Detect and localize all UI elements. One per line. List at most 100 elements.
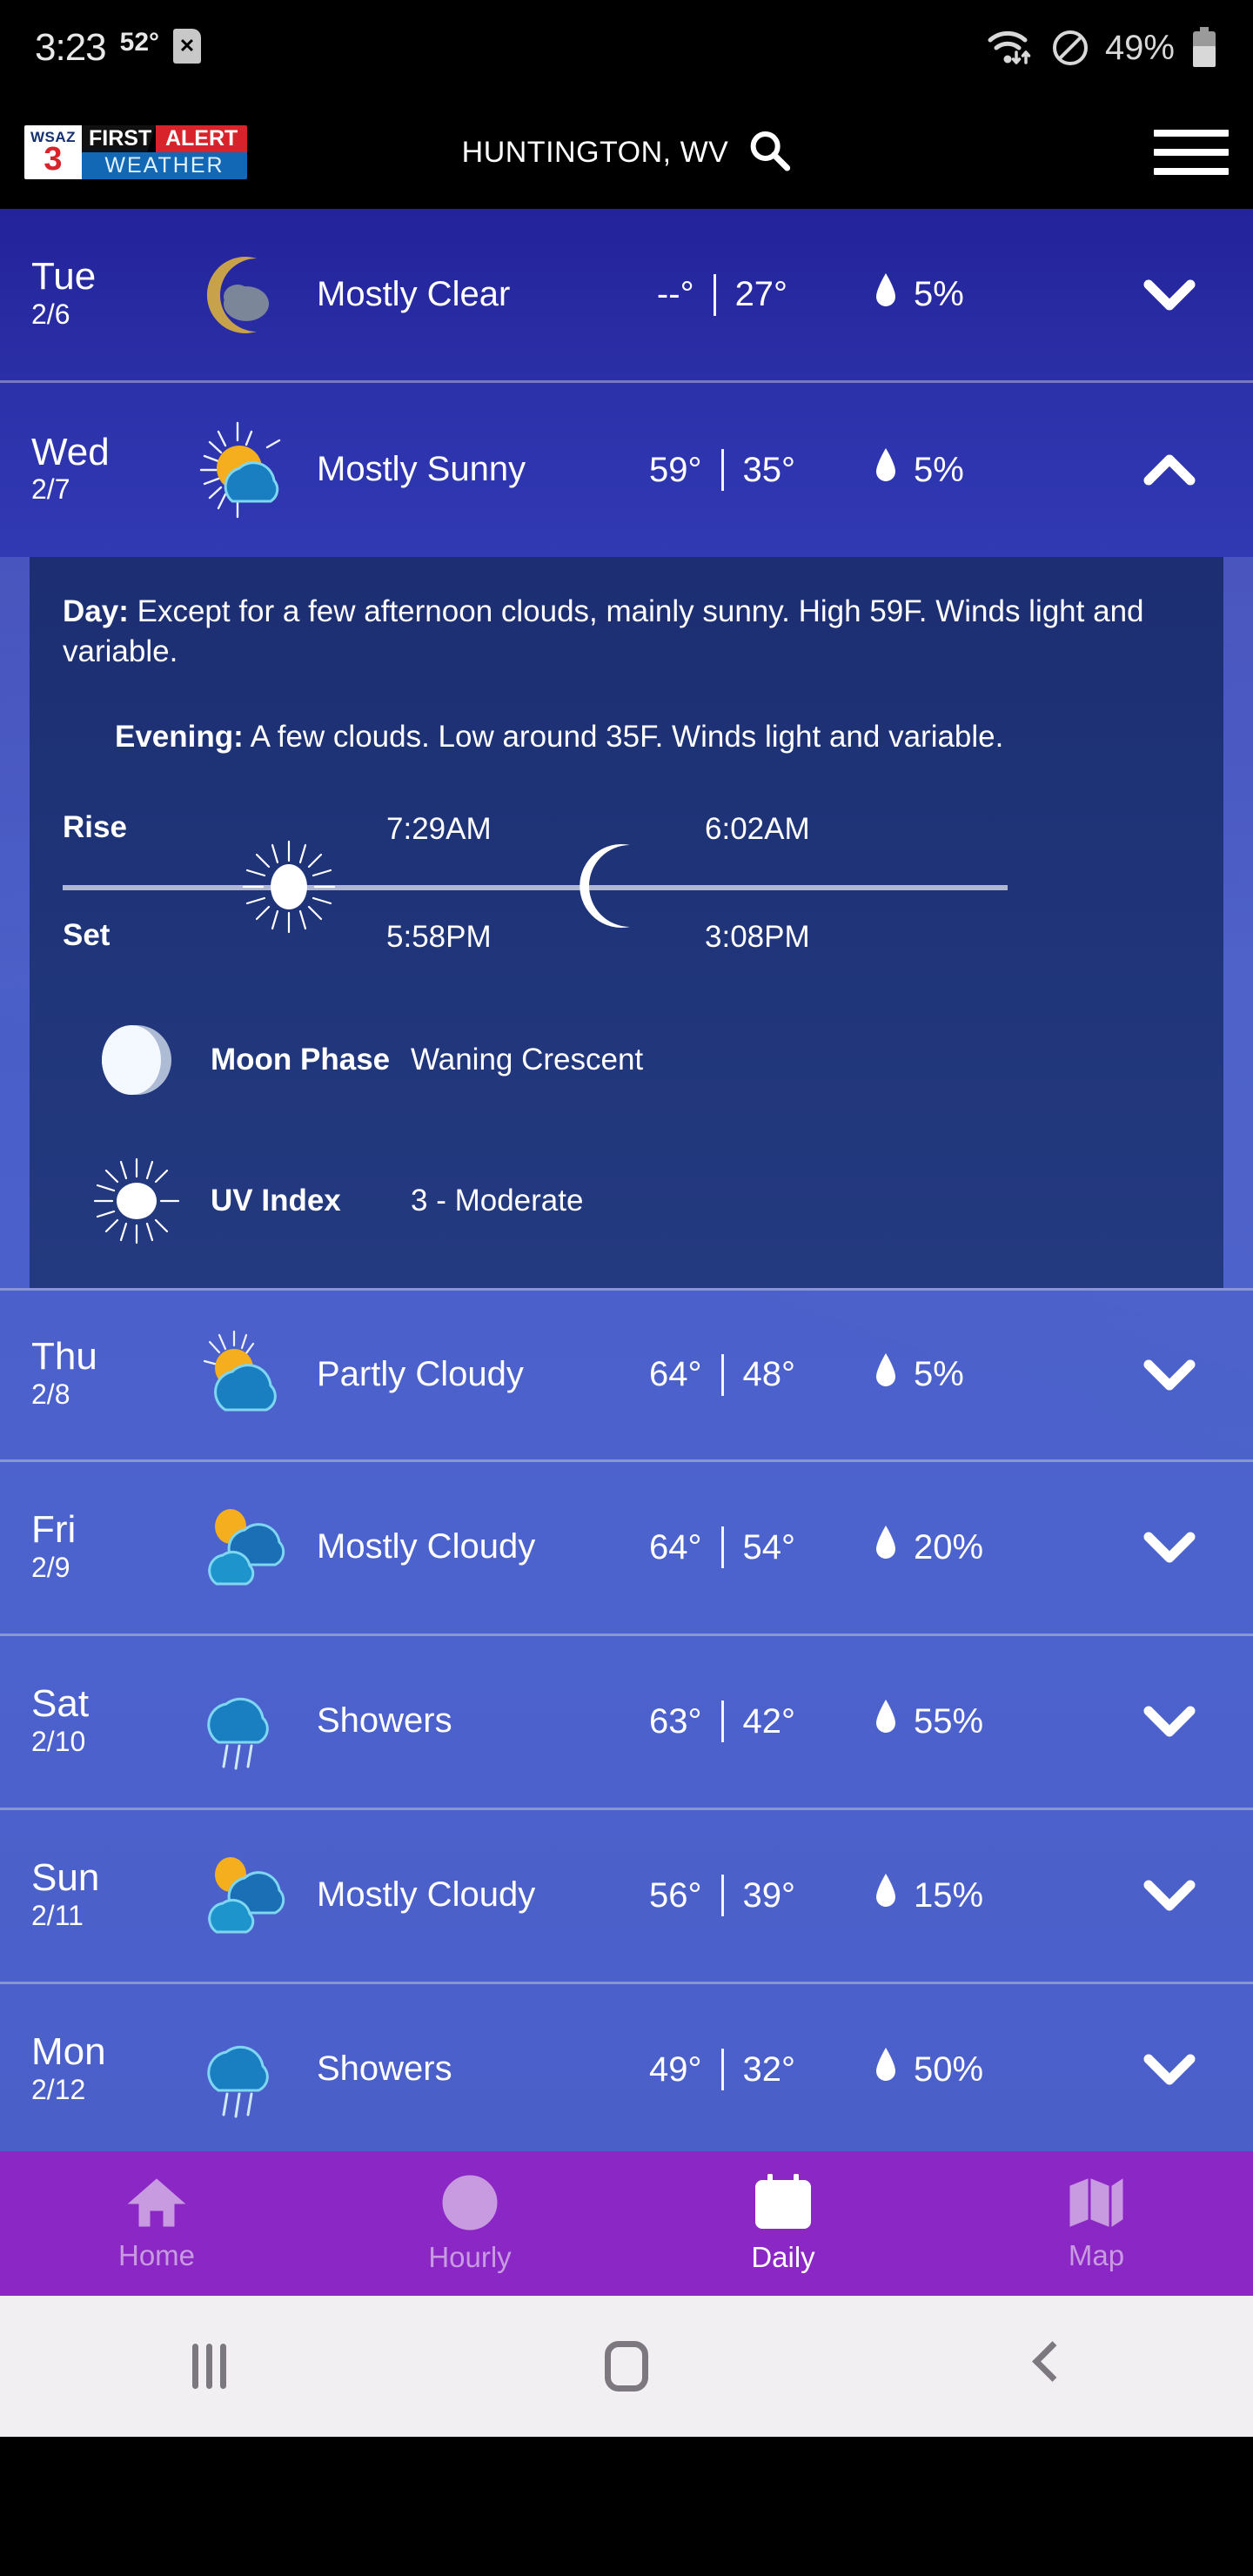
sun-two-clouds-icon [179, 1495, 310, 1600]
water-drop-icon [874, 446, 898, 493]
evening-forecast-body: A few clouds. Low around 35F. Winds ligh… [243, 720, 1004, 755]
forecast-day-cell: Mon 2/12 [31, 2029, 179, 2107]
logo-alert-text: ALERT [156, 125, 247, 152]
low-temp: 54° [742, 1527, 796, 1566]
hamburger-bar [1154, 168, 1229, 175]
high-temp: 49° [649, 2049, 702, 2089]
forecast-day-cell: Sat 2/10 [31, 1681, 179, 1759]
evening-forecast-block: Evening: A few clouds. Low around 35F. W… [63, 672, 1190, 757]
rise-set-divider [63, 884, 1008, 890]
home-button-icon[interactable] [418, 2341, 835, 2392]
precip-percent: 50% [914, 2049, 984, 2089]
moon-phase-label: Moon Phase [211, 1042, 391, 1077]
day-name: Sat [31, 1681, 90, 1725]
day-date: 2/12 [31, 2073, 86, 2105]
chevron-up-icon[interactable] [1117, 453, 1222, 487]
clock-icon [441, 2174, 499, 2236]
tab-daily[interactable]: Daily [626, 2172, 940, 2274]
day-date: 2/6 [31, 298, 70, 330]
map-icon [1067, 2176, 1126, 2234]
high-temp: 64° [649, 1527, 702, 1566]
tab-map[interactable]: Map [940, 2176, 1253, 2272]
chevron-down-icon[interactable] [1117, 1358, 1222, 1392]
temp-divider [720, 1526, 724, 1569]
do-not-disturb-icon [1051, 29, 1089, 67]
chevron-down-icon[interactable] [1117, 1704, 1222, 1739]
precip-percent: 20% [914, 1527, 984, 1566]
low-temp: 39° [742, 1875, 796, 1915]
precipitation-cell: 20% [874, 1524, 1117, 1571]
recents-icon[interactable] [0, 2344, 418, 2389]
day-name: Thu [31, 1335, 97, 1379]
sun-icon [242, 840, 336, 938]
rise-label: Rise [63, 809, 127, 844]
hamburger-menu-icon[interactable] [1154, 130, 1229, 175]
crescent-moon-icon [576, 842, 656, 935]
forecast-row-sat[interactable]: Sat 2/10 Showers 63° 42° 55% [0, 1636, 1253, 1810]
chevron-down-icon[interactable] [1117, 1530, 1222, 1565]
rain-cloud-icon [179, 1669, 310, 1774]
precipitation-cell: 50% [874, 2046, 1117, 2093]
battery-percent-label: 49% [1104, 28, 1175, 67]
back-icon[interactable] [835, 2344, 1253, 2389]
battery-icon [1190, 27, 1218, 69]
moon-phase-value: Waning Crescent [411, 1042, 644, 1077]
high-temp: 56° [649, 1875, 702, 1915]
day-name: Tue [31, 255, 97, 299]
tab-hourly[interactable]: Hourly [313, 2174, 626, 2274]
day-name: Fri [31, 1507, 77, 1551]
precip-percent: 55% [914, 1701, 984, 1741]
forecast-row-tue[interactable]: Tue 2/6 Mostly Clear --° 27° 5% [0, 209, 1253, 383]
precipitation-cell: 5% [874, 272, 1117, 319]
sunset-time: 5:58PM [386, 919, 492, 954]
chevron-down-icon[interactable] [1117, 1878, 1222, 1913]
forecast-row-wed[interactable]: Wed 2/7 Mostly Sunny 59° 35° 5% [0, 383, 1253, 557]
forecast-row-fri[interactable]: Fri 2/9 Mostly Cloudy 64° 54° 20% [0, 1462, 1253, 1636]
low-temp: 27° [734, 275, 788, 313]
evening-forecast-text: Evening: A few clouds. Low around 35F. W… [115, 717, 1190, 757]
high-temp: 63° [649, 1701, 702, 1741]
tab-map-label: Map [1068, 2238, 1125, 2271]
forecast-day-cell: Tue 2/6 [31, 255, 179, 332]
precipitation-cell: 15% [874, 1872, 1117, 1919]
precipitation-cell: 5% [874, 446, 1117, 493]
logo-weather-text: WEATHER [82, 152, 247, 179]
day-name: Sun [31, 1855, 100, 1899]
temperature-cell: 56° 39° [571, 1875, 874, 1917]
tab-home[interactable]: Home [0, 2176, 313, 2272]
moon-phase-icon [63, 1023, 211, 1097]
forecast-row-thu[interactable]: Thu 2/8 Partly Cloudy 64° 48° 5% [0, 1287, 1253, 1462]
uv-index-value: 3 - Moderate [411, 1183, 584, 1218]
hamburger-bar [1154, 149, 1229, 156]
condition-label: Partly Cloudy [317, 1354, 524, 1393]
temp-divider [720, 2049, 724, 2091]
day-name: Mon [31, 2029, 106, 2073]
status-temperature: 52° [119, 28, 160, 57]
precip-percent: 5% [914, 275, 964, 313]
sim-card-x-icon: ✕ [173, 29, 202, 64]
temperature-cell: 49° 32° [571, 2049, 874, 2091]
tab-home-label: Home [117, 2238, 196, 2271]
daily-forecast-list[interactable]: Tue 2/6 Mostly Clear --° 27° 5% Wed 2/7 … [0, 209, 1253, 2151]
temp-divider [713, 273, 716, 316]
low-temp: 32° [742, 2049, 796, 2089]
moon-cloud-icon [179, 243, 310, 347]
location-search-group[interactable]: HUNTINGTON, WV [462, 129, 792, 177]
day-forecast-body: Except for a few afternoon clouds, mainl… [63, 594, 1144, 669]
search-icon[interactable] [747, 129, 791, 177]
tab-daily-label: Daily [751, 2240, 815, 2273]
high-temp: 64° [649, 1355, 702, 1394]
day-date: 2/7 [31, 473, 70, 506]
forecast-row-sun[interactable]: Sun 2/11 Mostly Cloudy 56° 39° 15% [0, 1810, 1253, 1984]
day-date: 2/11 [31, 1899, 84, 1931]
chevron-down-icon[interactable] [1117, 278, 1222, 312]
status-time: 3:23 [35, 26, 107, 69]
station-logo: WSAZ 3 FIRST ALERT WEATHER [24, 125, 247, 179]
uv-index-row: UV Index 3 - Moderate [63, 1157, 1190, 1244]
back-chevron [1031, 2344, 1057, 2389]
bottom-tab-bar[interactable]: Home Hourly Daily Map [0, 2151, 1253, 2296]
android-navigation-bar[interactable] [0, 2296, 1253, 2437]
chevron-down-icon[interactable] [1117, 2052, 1222, 2087]
forecast-row-mon[interactable]: Mon 2/12 Showers 49° 32° 50% [0, 1984, 1253, 2151]
day-forecast-text: Day: Except for a few afternoon clouds, … [63, 592, 1190, 672]
